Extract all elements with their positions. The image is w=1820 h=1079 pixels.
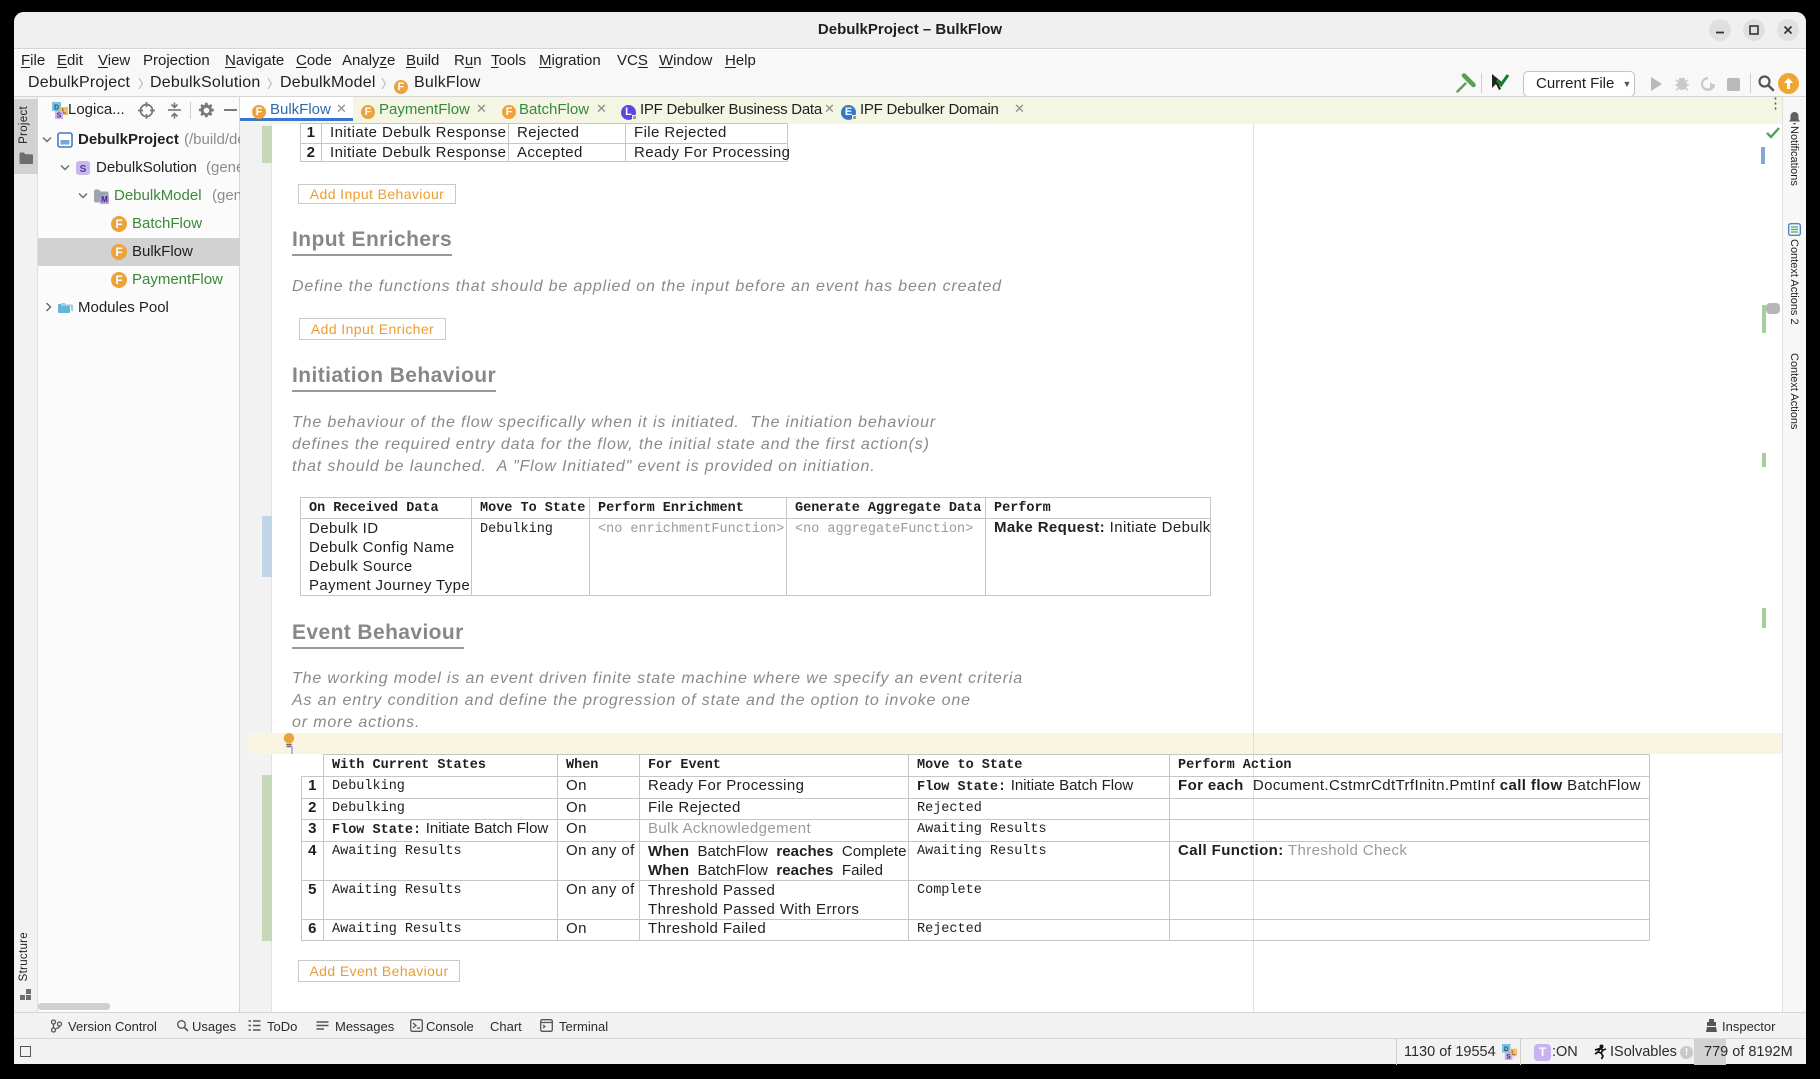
svg-text:M: M <box>101 195 108 204</box>
svg-text:S: S <box>57 113 62 120</box>
svg-text:S: S <box>80 164 87 175</box>
svg-text:D: D <box>54 105 59 112</box>
